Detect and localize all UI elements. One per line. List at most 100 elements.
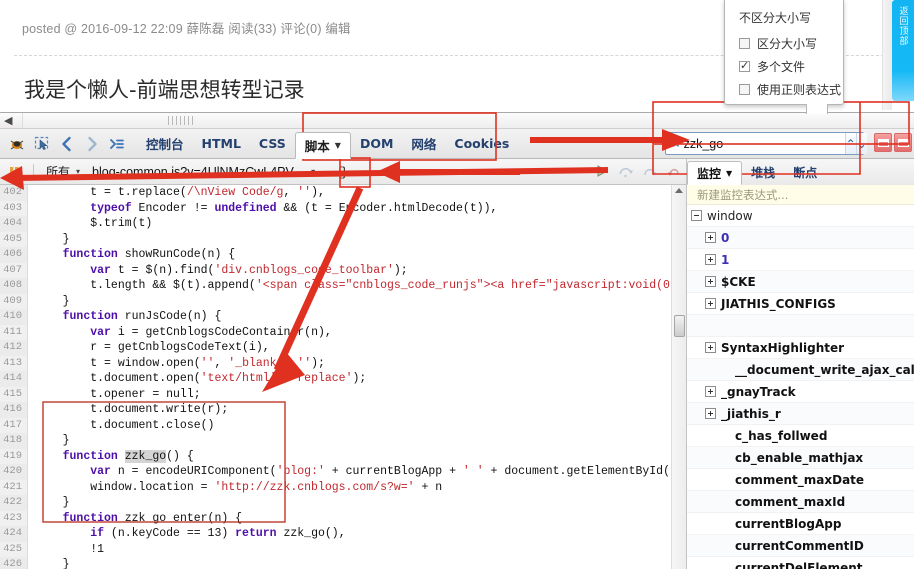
option-use-regex[interactable]: 使用正则表达式 [725, 78, 843, 101]
line-number[interactable]: 422 [0, 495, 28, 511]
watch-row[interactable]: SyntaxHighlighter [687, 337, 914, 359]
code-line[interactable]: 411 var i = getCnblogsCodeContainer(n), [0, 324, 686, 340]
collapse-arrow-icon[interactable]: ◀ [4, 114, 12, 127]
expand-icon[interactable] [705, 232, 716, 243]
line-number[interactable]: 408 [0, 278, 28, 294]
expand-icon[interactable] [705, 254, 716, 265]
collapse-icon[interactable] [691, 210, 702, 221]
code-line[interactable]: 424 if (n.keyCode == 13) return zzk_go()… [0, 526, 686, 542]
search-box[interactable]: × ⌃ ⌄ [665, 132, 867, 155]
step-into-button[interactable] [640, 161, 660, 181]
continue-button[interactable] [592, 161, 612, 181]
expand-icon[interactable] [705, 386, 716, 397]
line-number[interactable]: 414 [0, 371, 28, 387]
code-line[interactable]: 402 t = t.replace(/\nView Code/g, ''), [0, 185, 686, 201]
line-number[interactable]: 415 [0, 386, 28, 402]
code-line[interactable]: 409 } [0, 293, 686, 309]
search-input[interactable] [683, 134, 845, 153]
line-number[interactable]: 402 [0, 185, 28, 201]
code-line[interactable]: 418 } [0, 433, 686, 449]
line-number[interactable]: 418 [0, 433, 28, 449]
line-number[interactable]: 409 [0, 293, 28, 309]
search-next-button[interactable]: ⌄ [855, 133, 867, 154]
line-number[interactable]: 419 [0, 448, 28, 464]
step-over-button[interactable] [616, 161, 636, 181]
page-scrollbar-track[interactable] [882, 0, 892, 110]
watch-row[interactable]: comment_maxDate [687, 469, 914, 491]
watch-row[interactable]: currentBlogApp [687, 513, 914, 535]
source-code-pane[interactable]: 402 t = t.replace(/\nView Code/g, ''), 40… [0, 185, 686, 569]
code-line[interactable]: 416 t.document.write(r); [0, 402, 686, 418]
scope-filter-menu[interactable]: 所有 ▾ [40, 163, 86, 180]
new-watch-expression[interactable]: 新建监控表达式... [687, 185, 914, 205]
line-number[interactable]: 407 [0, 262, 28, 278]
tab-console[interactable]: 控制台 [137, 129, 193, 159]
expand-icon[interactable] [705, 408, 716, 419]
line-number[interactable]: 421 [0, 479, 28, 495]
forward-icon[interactable] [81, 133, 103, 155]
tab-net[interactable]: 网络 [402, 129, 445, 159]
code-line[interactable]: 421 window.location = 'http://zzk.cnblog… [0, 479, 686, 495]
tab-script[interactable]: 脚本 ▼ [294, 131, 351, 159]
line-number[interactable]: 424 [0, 526, 28, 542]
find-options-menu[interactable]: 不区分大小写 区分大小写 多个文件 使用正则表达式 [724, 0, 844, 105]
checkbox-match-case[interactable] [739, 38, 750, 49]
panel-list-icon[interactable] [106, 133, 128, 155]
scroll-up-icon[interactable] [675, 188, 683, 193]
inspect-icon[interactable] [31, 133, 53, 155]
watch-row[interactable]: __document_write_ajax_callback [687, 359, 914, 381]
code-line[interactable]: 404 $.trim(t) [0, 216, 686, 232]
code-line[interactable]: 422 } [0, 495, 686, 511]
code-line[interactable]: 423 function zzk_go_enter(n) { [0, 510, 686, 526]
script-file-menu[interactable]: blog-common.js?v=4UlNMzCwL4PV... ▾ [86, 165, 321, 179]
code-line[interactable]: 420 var n = encodeURIComponent('blog:' +… [0, 464, 686, 480]
tab-dom[interactable]: DOM [351, 129, 402, 159]
checkbox-multiple-files[interactable] [739, 59, 750, 72]
maximize-button[interactable] [894, 133, 912, 152]
line-number[interactable]: 411 [0, 324, 28, 340]
watch-row[interactable]: 1 [687, 249, 914, 271]
tab-stack[interactable]: 堆栈 [742, 159, 784, 185]
code-line[interactable]: 403 typeof Encoder != undefined && (t = … [0, 200, 686, 216]
expand-icon[interactable] [705, 342, 716, 353]
tab-html[interactable]: HTML [193, 129, 250, 159]
line-number[interactable]: 423 [0, 510, 28, 526]
watch-row[interactable]: comment_maxId [687, 491, 914, 513]
tab-css[interactable]: CSS [250, 129, 295, 159]
line-number[interactable]: 404 [0, 216, 28, 232]
code-line[interactable]: 425 !1 [0, 541, 686, 557]
panel-splitter[interactable]: ◀ [0, 113, 914, 129]
firebug-icon[interactable] [6, 133, 28, 155]
checkbox-use-regex[interactable] [739, 84, 750, 95]
watch-row[interactable]: 0 [687, 227, 914, 249]
minimize-button[interactable] [874, 133, 892, 152]
line-number[interactable]: 426 [0, 557, 28, 569]
breakpoints-icon[interactable] [5, 161, 27, 183]
chevron-down-icon[interactable]: ▼ [726, 169, 732, 178]
back-icon[interactable] [56, 133, 78, 155]
watch-panel[interactable]: 新建监控表达式... window 0 1 $CKE JIATHIS_CONFIGS Sy… [686, 185, 914, 569]
line-number[interactable]: 405 [0, 231, 28, 247]
watch-row[interactable]: cb_enable_mathjax [687, 447, 914, 469]
line-number[interactable]: 403 [0, 200, 28, 216]
tab-cookies[interactable]: Cookies [445, 129, 518, 159]
watch-row[interactable]: c_has_follwed [687, 425, 914, 447]
pretty-print-button[interactable]: {} [329, 162, 355, 182]
option-match-case[interactable]: 区分大小写 [725, 32, 843, 55]
watch-row[interactable]: currentDelElement [687, 557, 914, 569]
code-line[interactable]: 408 t.length && $(t).append('<span class… [0, 278, 686, 294]
code-line[interactable]: 406 function showRunCode(n) { [0, 247, 686, 263]
expand-icon[interactable] [705, 298, 716, 309]
back-to-top-tab[interactable]: 返回顶部 [892, 0, 914, 101]
option-multiple-files[interactable]: 多个文件 [725, 55, 843, 78]
tab-breakpoints[interactable]: 断点 [784, 159, 826, 185]
code-line[interactable]: 412 r = getCnblogsCodeText(i), [0, 340, 686, 356]
search-prev-button[interactable]: ⌃ [844, 133, 856, 154]
watch-row[interactable]: _jiathis_r [687, 403, 914, 425]
line-number[interactable]: 406 [0, 247, 28, 263]
watch-row[interactable]: currentCommentID [687, 535, 914, 557]
watch-row[interactable]: window [687, 205, 914, 227]
code-line[interactable]: 413 t = window.open('', '_blank', ''); [0, 355, 686, 371]
code-scrollbar-thumb[interactable] [674, 315, 685, 337]
line-number[interactable]: 425 [0, 541, 28, 557]
